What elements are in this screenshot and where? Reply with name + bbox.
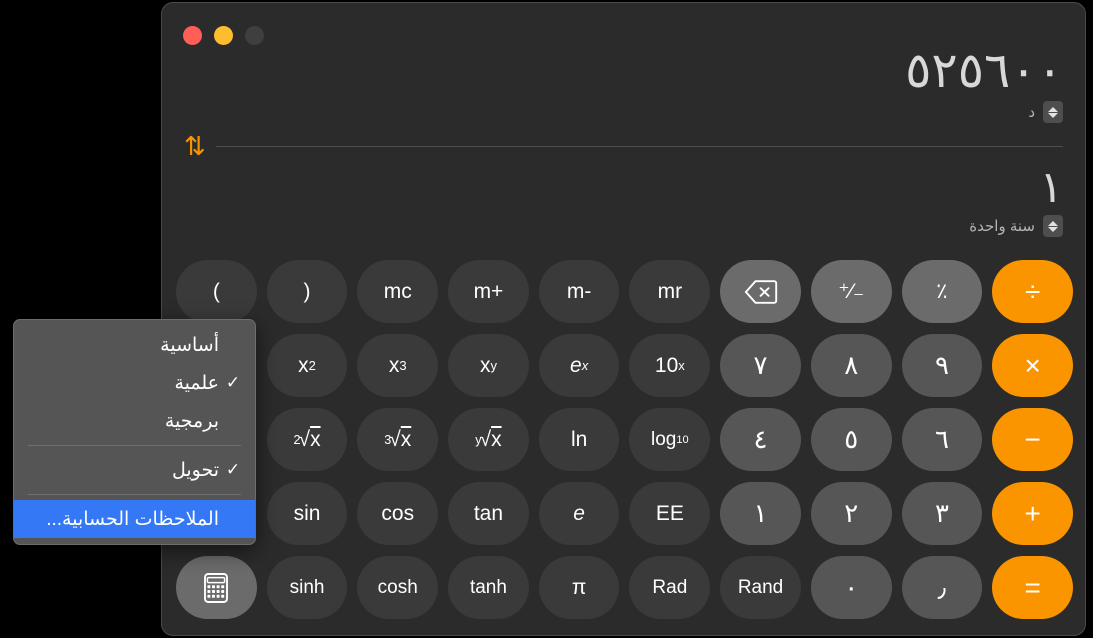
- multiply-key[interactable]: ×: [992, 334, 1073, 397]
- menu-item-scientific[interactable]: ✓ علمية: [14, 364, 255, 402]
- delete-key[interactable]: [720, 260, 801, 323]
- menu-item-label: الملاحظات الحسابية...: [46, 508, 219, 530]
- top-unit-stepper[interactable]: [1043, 101, 1063, 123]
- swap-units-row: ⇅: [184, 129, 1063, 163]
- top-unit-row: د: [184, 101, 1063, 123]
- menu-item-math-notes[interactable]: الملاحظات الحسابية...: [14, 500, 255, 538]
- paren-open-key[interactable]: (: [176, 260, 257, 323]
- digit-2-key[interactable]: ٢: [810, 482, 892, 545]
- screen: ٥٢٥٦٠٠ د ⇅ ١ سنة واحدة () mc m+ m- mr ⁺…: [0, 0, 1093, 638]
- decimal-separator-key[interactable]: ٫: [901, 556, 983, 619]
- random-key[interactable]: Rand: [720, 556, 801, 619]
- y-root-key[interactable]: y √ x: [448, 408, 529, 471]
- tangent-key[interactable]: tan: [448, 482, 529, 545]
- menu-item-label: علمية: [174, 372, 219, 394]
- menu-separator: [28, 445, 241, 446]
- cosine-key[interactable]: cos: [357, 482, 439, 545]
- bottom-display-value[interactable]: ١: [184, 163, 1063, 213]
- x-cubed-key[interactable]: x3: [357, 334, 439, 397]
- menu-item-programmer[interactable]: برمجية: [14, 402, 255, 440]
- digit-5-key[interactable]: ٥: [810, 408, 892, 471]
- ten-power-x-key[interactable]: 10 x: [629, 334, 711, 397]
- checkmark-icon: ✓: [225, 373, 241, 392]
- percent-key[interactable]: ٪: [901, 260, 983, 323]
- stepper-down-icon: [1048, 112, 1058, 118]
- paren-close-key[interactable]: ): [266, 260, 348, 323]
- digit-1-key[interactable]: ١: [720, 482, 801, 545]
- calculator-keypad-icon: [204, 572, 229, 603]
- radians-key[interactable]: Rad: [629, 556, 711, 619]
- x-squared-key[interactable]: x2: [266, 334, 348, 397]
- memory-clear-key[interactable]: mc: [357, 260, 439, 323]
- calculator-keypad: () mc m+ m-mr ⁺⁄₋ ٪ ÷ x 2 x 3 x y e x 10 x ٧ ٨ ٩ × 2 √ x 3 √ x y √ x l…: [176, 260, 1073, 619]
- stepper-up-icon: [1048, 106, 1058, 112]
- display-divider: [215, 145, 1063, 147]
- memory-add-key[interactable]: m+: [448, 260, 529, 323]
- conversion-display: ٥٢٥٦٠٠ د ⇅ ١ سنة واحدة: [162, 43, 1085, 237]
- stepper-down-icon: [1048, 226, 1058, 232]
- top-display-row: ٥٢٥٦٠٠ د: [162, 43, 1085, 123]
- memory-subtract-key[interactable]: m-: [538, 260, 620, 323]
- digit-3-key[interactable]: ٣: [901, 482, 983, 545]
- add-key[interactable]: +: [992, 482, 1073, 545]
- subtract-key[interactable]: −: [992, 408, 1073, 471]
- sign-toggle-key[interactable]: ⁺⁄₋: [810, 260, 892, 323]
- digit-6-key[interactable]: ٦: [901, 408, 983, 471]
- hyperbolic-sine-key[interactable]: sinh: [266, 556, 348, 619]
- bottom-unit-stepper[interactable]: [1043, 215, 1063, 237]
- menu-item-label: برمجية: [164, 410, 219, 432]
- menu-item-label: تحويل: [171, 459, 219, 481]
- euler-number-key[interactable]: e: [538, 482, 620, 545]
- menu-separator: [28, 494, 241, 495]
- log-base-10-key[interactable]: log 10: [629, 408, 711, 471]
- memory-recall-key[interactable]: mr: [629, 260, 711, 323]
- top-unit-label[interactable]: د: [1028, 103, 1035, 121]
- bottom-unit-label[interactable]: سنة واحدة: [969, 217, 1035, 235]
- menu-item-basic[interactable]: أساسية: [14, 326, 255, 364]
- bottom-display-row: ١ سنة واحدة: [162, 163, 1085, 237]
- bottom-unit-row: سنة واحدة: [184, 215, 1063, 237]
- x-power-y-key[interactable]: xy: [448, 334, 529, 397]
- keypad-toggle-key[interactable]: [176, 556, 257, 619]
- calculator-window: ٥٢٥٦٠٠ د ⇅ ١ سنة واحدة () mc m+ m- mr ⁺…: [161, 2, 1086, 636]
- delete-backward-icon: [744, 279, 777, 304]
- digit-4-key[interactable]: ٤: [720, 408, 801, 471]
- digit-8-key[interactable]: ٨: [810, 334, 892, 397]
- digit-7-key[interactable]: ٧: [720, 334, 801, 397]
- hyperbolic-tangent-key[interactable]: tanh: [448, 556, 529, 619]
- pi-key[interactable]: π: [538, 556, 620, 619]
- exponent-entry-key[interactable]: EE: [629, 482, 711, 545]
- cube-root-key[interactable]: 3 √ x: [357, 408, 439, 471]
- menu-item-convert[interactable]: ✓ تحويل: [14, 451, 255, 489]
- hyperbolic-cosine-key[interactable]: cosh: [357, 556, 439, 619]
- e-power-x-key[interactable]: ex: [538, 334, 620, 397]
- menu-item-label: أساسية: [160, 334, 219, 356]
- natural-log-key[interactable]: ln: [538, 408, 620, 471]
- square-root-key[interactable]: 2 √ x: [266, 408, 348, 471]
- top-display-value[interactable]: ٥٢٥٦٠٠: [184, 43, 1063, 99]
- divide-key[interactable]: ÷: [992, 260, 1073, 323]
- digit-0-key[interactable]: ٠: [810, 556, 892, 619]
- stepper-up-icon: [1048, 220, 1058, 226]
- digit-9-key[interactable]: ٩: [901, 334, 983, 397]
- checkmark-icon: ✓: [225, 460, 241, 479]
- view-mode-context-menu: أساسية ✓ علمية برمجية ✓ تحويل الملاحظات الحساب…: [13, 319, 256, 545]
- sine-key[interactable]: sin: [266, 482, 348, 545]
- swap-arrows-icon[interactable]: ⇅: [184, 133, 206, 159]
- equals-key[interactable]: =: [992, 556, 1073, 619]
